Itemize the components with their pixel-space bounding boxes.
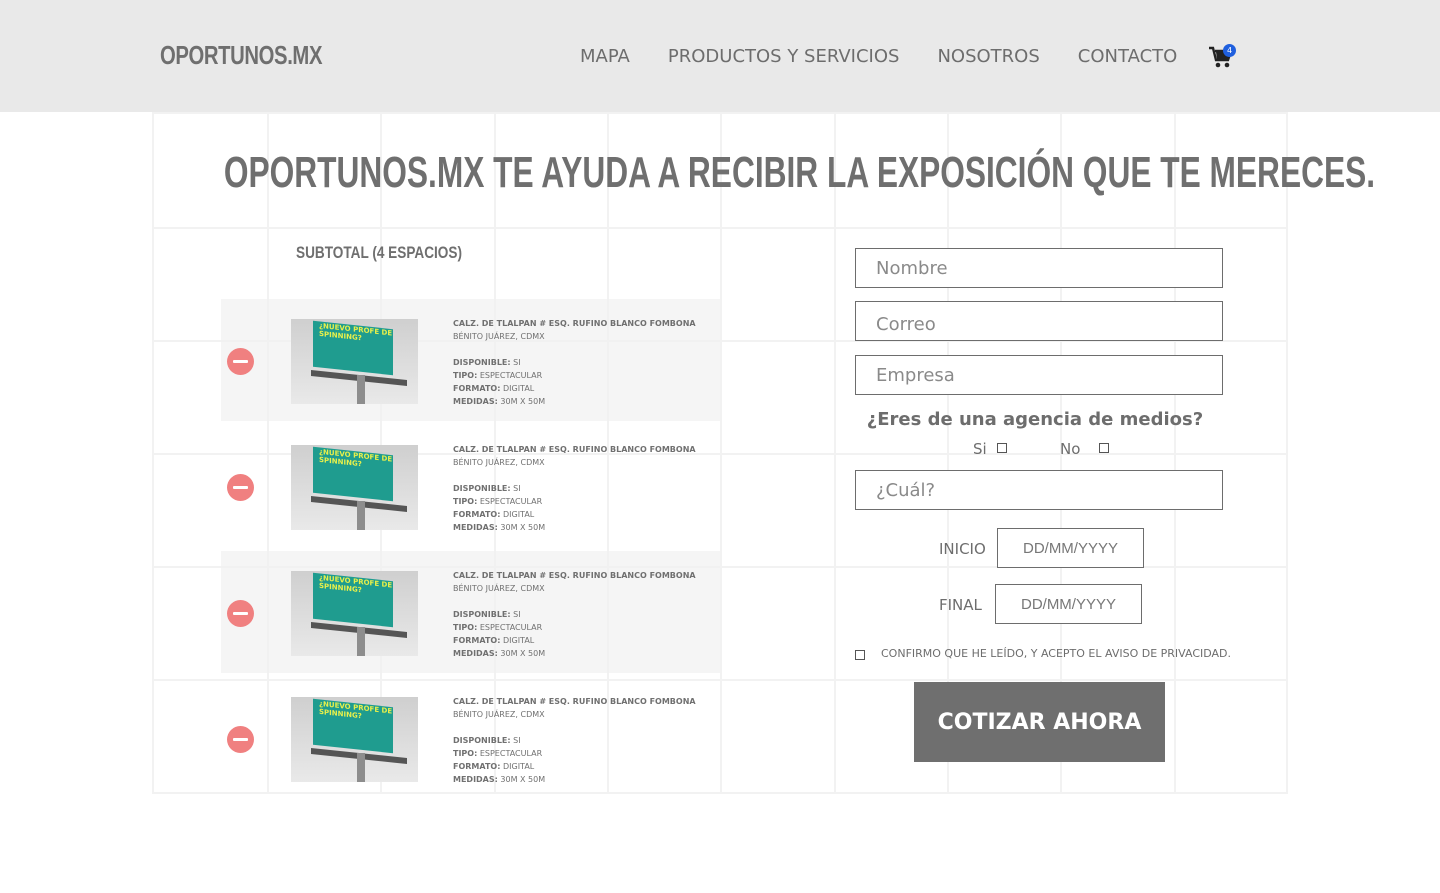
item-address: CALZ. DE TLALPAN # ESQ. RUFINO BLANCO FO… — [453, 697, 696, 706]
item-details: CALZ. DE TLALPAN # ESQ. RUFINO BLANCO FO… — [453, 697, 696, 784]
remove-item-button[interactable] — [227, 600, 254, 627]
nav-link-productos[interactable]: PRODUCTOS Y SERVICIOS — [668, 46, 900, 67]
item-address: CALZ. DE TLALPAN # ESQ. RUFINO BLANCO FO… — [453, 445, 696, 454]
privacy-checkbox[interactable] — [855, 650, 865, 660]
item-tipo: ESPECTACULAR — [479, 371, 543, 380]
billboard-thumbnail: ¿NUEVO PROFE DE SPINNING? — [291, 697, 418, 782]
item-medidas: 30M X 50M — [500, 397, 546, 406]
cotizar-button[interactable]: COTIZAR AHORA — [914, 682, 1165, 762]
item-address: CALZ. DE TLALPAN # ESQ. RUFINO BLANCO FO… — [453, 319, 696, 328]
item-tipo: ESPECTACULAR — [479, 749, 543, 758]
item-disponible: SI — [513, 358, 521, 367]
cart-count-badge: 4 — [1223, 44, 1236, 57]
billboard-thumbnail: ¿NUEVO PROFE DE SPINNING? — [291, 319, 418, 404]
inicio-date-input[interactable] — [997, 528, 1144, 568]
nav-link-nosotros[interactable]: NOSOTROS — [937, 46, 1039, 67]
item-formato: DIGITAL — [502, 510, 535, 519]
item-formato: DIGITAL — [502, 636, 535, 645]
billboard-thumbnail: ¿NUEVO PROFE DE SPINNING? — [291, 571, 418, 656]
empresa-field[interactable] — [855, 355, 1223, 395]
option-yes-checkbox[interactable] — [997, 443, 1007, 453]
correo-field[interactable] — [855, 301, 1223, 341]
item-city: BÉNITO JUÁREZ, CDMX — [453, 332, 545, 341]
page-headline: OPORTUNOS.MX TE AYUDA A RECIBIR LA EXPOS… — [223, 148, 1376, 197]
item-tipo: ESPECTACULAR — [479, 497, 543, 506]
cart-item: ¿NUEVO PROFE DE SPINNING? CALZ. DE TLALP… — [221, 299, 720, 421]
item-details: CALZ. DE TLALPAN # ESQ. RUFINO BLANCO FO… — [453, 571, 696, 658]
privacy-label: CONFIRMO QUE HE LEÍDO, Y ACEPTO EL AVISO… — [881, 647, 1232, 660]
cart-item: ¿NUEVO PROFE DE SPINNING? CALZ. DE TLALP… — [221, 425, 720, 547]
nav-link-mapa[interactable]: MAPA — [580, 46, 630, 67]
remove-item-button[interactable] — [227, 474, 254, 501]
item-details: CALZ. DE TLALPAN # ESQ. RUFINO BLANCO FO… — [453, 319, 696, 406]
nombre-field[interactable] — [855, 248, 1223, 288]
cart-item: ¿NUEVO PROFE DE SPINNING? CALZ. DE TLALP… — [221, 677, 720, 799]
agency-question: ¿Eres de una agencia de medios? — [866, 409, 1204, 430]
site-logo[interactable]: OPORTUNOS.MX — [160, 40, 322, 71]
item-tipo: ESPECTACULAR — [479, 623, 543, 632]
final-date-input[interactable] — [995, 584, 1142, 624]
final-label: FINAL — [939, 596, 982, 614]
nav-link-contacto[interactable]: CONTACTO — [1078, 46, 1178, 67]
site-header: OPORTUNOS.MX MAPA PRODUCTOS Y SERVICIOS … — [0, 0, 1440, 112]
item-city: BÉNITO JUÁREZ, CDMX — [453, 458, 545, 467]
item-medidas: 30M X 50M — [500, 523, 546, 532]
item-details: CALZ. DE TLALPAN # ESQ. RUFINO BLANCO FO… — [453, 445, 696, 532]
item-disponible: SI — [513, 484, 521, 493]
item-formato: DIGITAL — [502, 384, 535, 393]
remove-item-button[interactable] — [227, 726, 254, 753]
item-disponible: SI — [513, 610, 521, 619]
option-no-checkbox[interactable] — [1099, 443, 1109, 453]
item-address: CALZ. DE TLALPAN # ESQ. RUFINO BLANCO FO… — [453, 571, 696, 580]
option-no-label: No — [1060, 440, 1081, 458]
item-city: BÉNITO JUÁREZ, CDMX — [453, 710, 545, 719]
cart-item: ¿NUEVO PROFE DE SPINNING? CALZ. DE TLALP… — [221, 551, 720, 673]
billboard-thumbnail: ¿NUEVO PROFE DE SPINNING? — [291, 445, 418, 530]
item-formato: DIGITAL — [502, 762, 535, 771]
item-medidas: 30M X 50M — [500, 649, 546, 658]
subtotal-label: SUBTOTAL (4 ESPACIOS) — [296, 243, 462, 262]
inicio-label: INICIO — [939, 540, 986, 558]
main-nav: MAPA PRODUCTOS Y SERVICIOS NOSOTROS CONT… — [580, 46, 1215, 67]
cual-field[interactable] — [855, 470, 1223, 510]
item-city: BÉNITO JUÁREZ, CDMX — [453, 584, 545, 593]
remove-item-button[interactable] — [227, 348, 254, 375]
item-disponible: SI — [513, 736, 521, 745]
item-medidas: 30M X 50M — [500, 775, 546, 784]
option-yes-label: Si — [973, 440, 987, 458]
